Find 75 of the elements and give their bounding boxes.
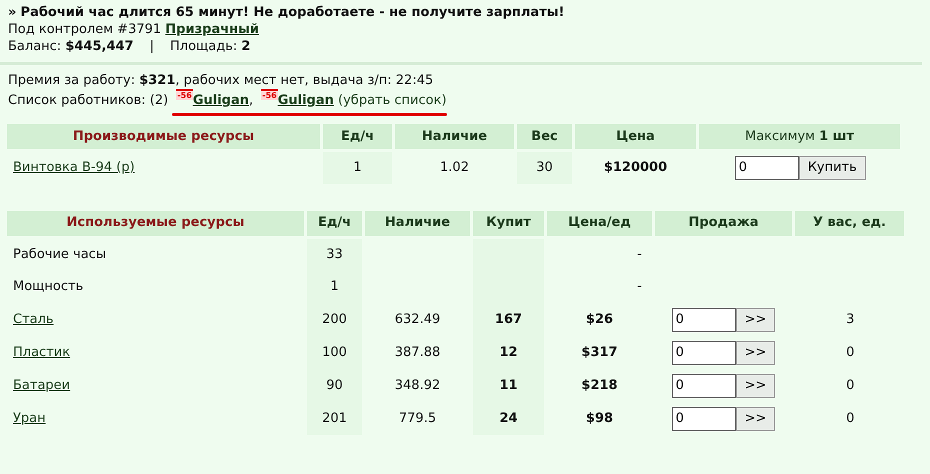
column-header: Наличие: [364, 209, 472, 237]
column-header: У вас, ед.: [794, 209, 906, 237]
table-cell-text: 12: [499, 344, 518, 360]
table-cell-text: 1: [330, 278, 339, 294]
bonus-text: Премия за работу: $321, рабочих мест нет, выдача з/п: 22:45: [8, 73, 434, 88]
quantity-input[interactable]: 0: [672, 308, 736, 332]
headline-text: Рабочий час длится 65 минут! Не доработаете - не получите зарплаты!: [20, 5, 564, 20]
table-cell-text: 33: [326, 246, 343, 262]
remove-list-link[interactable]: (убрать список): [338, 93, 447, 108]
area-value: 2: [241, 39, 250, 54]
table-cell-text: 90: [326, 378, 343, 393]
table-cell-text: -: [637, 278, 642, 294]
table-cell-text: 0: [846, 378, 854, 393]
resource-link[interactable]: Батареи: [13, 378, 70, 393]
table-cell-text: 30: [536, 160, 553, 175]
headline-arrow: »: [8, 5, 16, 20]
table-cell-text: Мощность: [13, 278, 84, 294]
column-header: Максимум 1 шт: [698, 122, 902, 150]
column-header: Используемые ресурсы: [6, 209, 306, 237]
column-header: Купит: [472, 209, 546, 237]
quantity-input[interactable]: 0: [672, 374, 736, 398]
rank-badge: -56: [176, 89, 193, 100]
table-cell-text: 632.49: [394, 312, 440, 327]
table-cell-text: $26: [586, 312, 614, 327]
table-cell-text: 387.88: [394, 344, 440, 360]
column-header: Цена: [574, 122, 698, 150]
action-button[interactable]: Купить: [798, 156, 866, 180]
table-cell-text: 200: [322, 312, 347, 327]
resource-link[interactable]: Сталь: [13, 312, 54, 327]
area-label: Площадь:: [170, 39, 238, 54]
quantity-input[interactable]: 0: [734, 156, 799, 180]
separator-text: ,: [248, 93, 254, 108]
table-cell-text: Рабочие часы: [13, 246, 106, 262]
table-cell-text: 1.02: [440, 160, 469, 175]
column-header: Наличие: [394, 122, 516, 150]
owner-link[interactable]: Призрачный: [165, 22, 259, 37]
action-button[interactable]: >>: [736, 406, 776, 430]
worker-link[interactable]: Guligan: [278, 93, 334, 108]
table-cell-text: 11: [499, 378, 518, 393]
table-cell-text: 348.92: [394, 378, 440, 393]
table-cell-text: 779.5: [398, 410, 436, 426]
table-cell-text: $218: [581, 378, 618, 393]
table-cell-text: 24: [499, 410, 518, 426]
table-cell-text: 1: [353, 160, 362, 175]
column-header: Цена/ед: [546, 209, 654, 237]
workers-label: Список работников: (2): [8, 93, 168, 108]
separator-text: |: [148, 39, 155, 54]
table-cell-text: $120000: [604, 160, 668, 175]
table-cell-text: 0: [846, 344, 854, 360]
resource-link[interactable]: Винтовка В-94 (р): [13, 160, 135, 175]
balance-label: Баланс:: [8, 39, 62, 54]
table-cell-text: -: [637, 246, 642, 262]
action-button[interactable]: >>: [736, 340, 776, 364]
table-cell-text: 0: [846, 410, 854, 426]
table-cell-text: 100: [322, 344, 347, 360]
resource-link[interactable]: Пластик: [13, 344, 70, 360]
table-cell-text: 201: [322, 410, 347, 426]
table-cell-text: $98: [586, 410, 614, 426]
table-cell-text: $317: [581, 344, 618, 360]
column-header: Продажа: [654, 209, 794, 237]
column-header: Ед/ч: [306, 209, 364, 237]
column-header: Ед/ч: [322, 122, 394, 150]
action-button[interactable]: >>: [736, 308, 776, 332]
quantity-input[interactable]: 0: [672, 340, 736, 364]
resource-link[interactable]: Уран: [13, 410, 46, 426]
action-button[interactable]: >>: [736, 374, 776, 398]
balance-value: $445,447: [65, 39, 134, 54]
rank-badge: -56: [261, 89, 278, 100]
control-label: Под контролем #3791: [8, 22, 162, 37]
quantity-input[interactable]: 0: [672, 406, 736, 430]
table-cell-text: 167: [494, 312, 522, 327]
column-header: Вес: [516, 122, 574, 150]
worker-link[interactable]: Guligan: [192, 93, 249, 108]
table-cell-text: 3: [846, 312, 854, 327]
column-header: Производимые ресурсы: [6, 122, 322, 150]
